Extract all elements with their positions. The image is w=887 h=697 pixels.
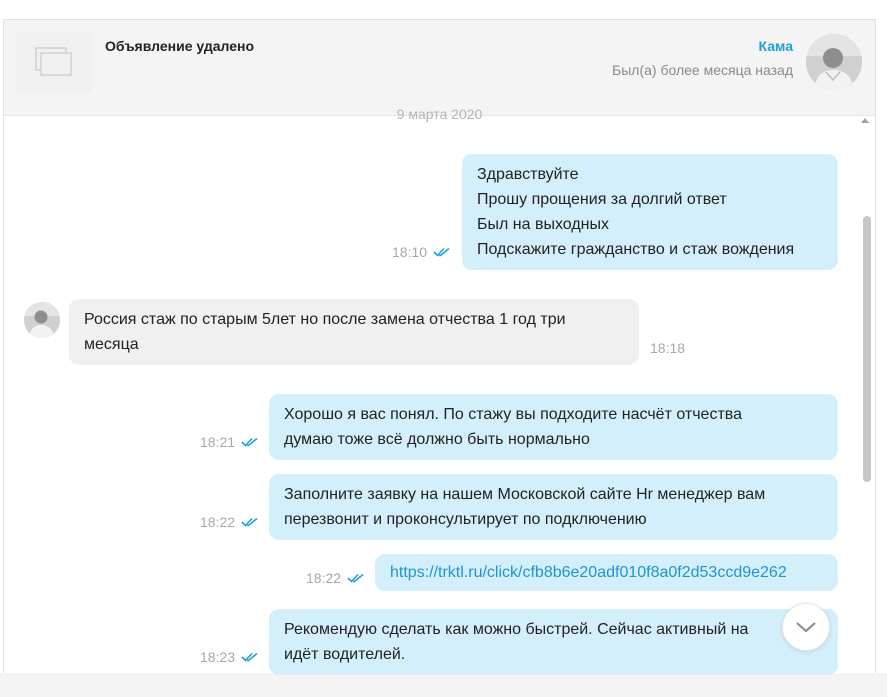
message-meta: 18:22	[200, 514, 259, 530]
message-text: Рекомендую сделать как можно быстрей. Се…	[284, 621, 749, 638]
double-check-icon	[241, 437, 258, 447]
user-status: Был(а) более месяца назад	[612, 62, 793, 78]
scroll-down-button[interactable]	[782, 603, 830, 651]
message-meta: 18:22	[306, 570, 365, 586]
image-placeholder-icon	[35, 47, 72, 76]
chevron-down-icon	[796, 622, 816, 633]
message-text: идёт водителей.	[284, 646, 406, 663]
double-check-icon	[433, 247, 450, 257]
scroll-up-arrow-icon[interactable]	[861, 118, 869, 123]
avatar-photo	[806, 34, 862, 90]
message-meta: 18:21	[200, 434, 259, 450]
message-text: Был на выходных	[477, 216, 609, 233]
avatar-photo	[24, 302, 60, 338]
message-outgoing[interactable]: Заполните заявку на нашем Московской сай…	[269, 474, 838, 540]
message-time: 18:22	[200, 514, 236, 530]
message-meta: 18:23	[200, 649, 259, 665]
chat-window: Объявление удалено Кама Был(а) более мес…	[3, 19, 876, 697]
ad-thumbnail[interactable]	[16, 32, 92, 92]
scrollbar-thumb[interactable]	[863, 216, 871, 482]
message-text: Хорошо я вас понял. По стажу вы подходит…	[284, 406, 742, 423]
message-text: Подскажите гражданство и стаж вождения	[477, 241, 795, 258]
message-text: Здравствуйте	[477, 166, 579, 183]
message-text: Прошу прощения за долгий ответ	[477, 191, 727, 208]
date-separator: 9 марта 2020	[396, 106, 483, 122]
double-check-icon	[347, 573, 364, 583]
message-time: 18:21	[200, 434, 236, 450]
message-incoming[interactable]: Россия стаж по старым 5лет но после заме…	[69, 299, 639, 365]
user-name[interactable]: Кама	[759, 38, 793, 54]
chat-header: Объявление удалено Кама Был(а) более мес…	[4, 20, 875, 116]
message-text: думаю тоже всё должно быть нормально	[284, 431, 590, 448]
message-time: 18:18	[650, 340, 686, 356]
double-check-icon	[241, 652, 258, 662]
message-text: перезвонит и проконсультирует по подключ…	[284, 511, 647, 528]
message-meta: 18:10	[392, 244, 451, 260]
ad-title[interactable]: Объявление удалено	[105, 38, 254, 54]
message-time: 18:23	[200, 649, 236, 665]
message-meta: 18:18	[650, 340, 685, 356]
avatar[interactable]	[24, 302, 60, 338]
message-outgoing[interactable]: Рекомендую сделать как можно быстрей. Се…	[269, 609, 838, 675]
message-outgoing[interactable]: Здравствуйте Прошу прощения за долгий от…	[462, 154, 838, 270]
message-link[interactable]: https://trktl.ru/click/cfb8b6e20adf010f8…	[390, 560, 823, 585]
message-time: 18:22	[306, 570, 342, 586]
message-text: Заполните заявку на нашем Московской сай…	[284, 486, 766, 503]
message-time: 18:10	[392, 244, 428, 260]
avatar[interactable]	[806, 34, 862, 90]
message-text: Россия стаж по старым 5лет но после заме…	[84, 311, 566, 328]
double-check-icon	[241, 517, 258, 527]
message-text: месяца	[84, 336, 139, 353]
message-outgoing[interactable]: https://trktl.ru/click/cfb8b6e20adf010f8…	[375, 554, 838, 591]
message-input-area[interactable]	[0, 674, 887, 697]
message-list[interactable]: 9 марта 2020 Здравствуйте Прошу прощения…	[4, 106, 875, 697]
message-outgoing[interactable]: Хорошо я вас понял. По стажу вы подходит…	[269, 394, 838, 460]
